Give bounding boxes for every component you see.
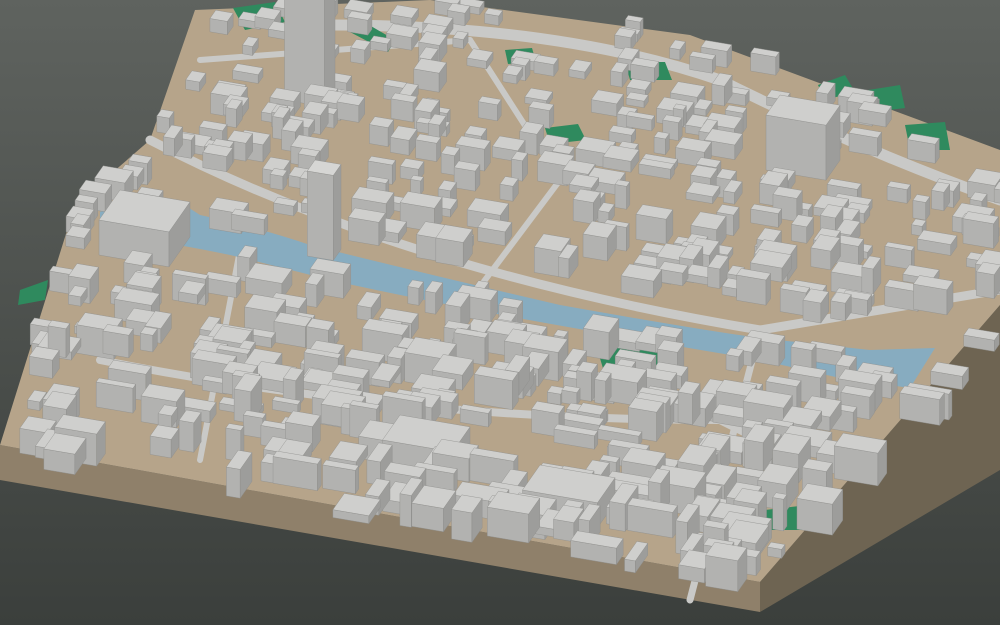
building <box>415 133 442 163</box>
building <box>561 385 581 406</box>
building <box>705 541 748 593</box>
building <box>478 96 502 122</box>
building <box>273 312 313 349</box>
building <box>347 10 373 36</box>
building <box>336 93 366 124</box>
building <box>102 324 134 359</box>
building <box>630 57 660 84</box>
building <box>620 263 663 299</box>
building <box>602 144 640 173</box>
building <box>830 291 852 322</box>
building <box>453 160 481 192</box>
building <box>583 313 620 361</box>
building <box>350 39 371 65</box>
building <box>767 541 786 559</box>
city-model-scene[interactable] <box>0 0 1000 625</box>
building <box>435 224 473 268</box>
building <box>614 27 637 51</box>
building <box>858 101 892 128</box>
building <box>796 483 844 536</box>
building <box>511 151 529 182</box>
building <box>689 51 716 74</box>
building <box>736 268 771 306</box>
building <box>29 346 60 380</box>
building <box>245 262 293 300</box>
building <box>269 168 288 191</box>
building <box>912 194 931 221</box>
building <box>625 91 649 109</box>
building <box>499 176 519 202</box>
building <box>484 8 503 27</box>
map-viewport[interactable] <box>0 0 1000 625</box>
building <box>273 197 298 217</box>
building <box>139 326 158 353</box>
building <box>653 131 670 156</box>
building <box>178 409 202 453</box>
building <box>407 279 424 307</box>
building <box>931 181 951 212</box>
building <box>410 175 424 196</box>
building <box>833 432 888 487</box>
building <box>95 377 137 414</box>
building <box>976 261 1000 300</box>
building <box>413 58 447 93</box>
building <box>209 9 234 36</box>
building <box>149 424 180 459</box>
building <box>899 385 945 426</box>
building <box>390 92 418 123</box>
building <box>533 54 559 77</box>
building <box>635 204 674 245</box>
building <box>594 371 612 406</box>
building <box>486 490 541 544</box>
building <box>750 47 780 76</box>
building <box>614 179 631 210</box>
building <box>913 275 954 316</box>
building <box>322 459 360 495</box>
building <box>725 347 744 373</box>
building <box>962 211 999 250</box>
building <box>907 133 940 165</box>
building <box>886 180 911 205</box>
building <box>765 94 841 181</box>
building <box>848 127 882 157</box>
building <box>202 143 234 173</box>
building <box>658 261 689 287</box>
building <box>368 116 394 148</box>
building <box>473 365 519 411</box>
tower-building <box>306 159 342 262</box>
building <box>477 217 513 247</box>
building <box>677 380 701 426</box>
building <box>348 207 386 247</box>
building <box>572 188 601 225</box>
building <box>772 492 788 532</box>
building <box>369 35 392 53</box>
building <box>582 220 617 262</box>
